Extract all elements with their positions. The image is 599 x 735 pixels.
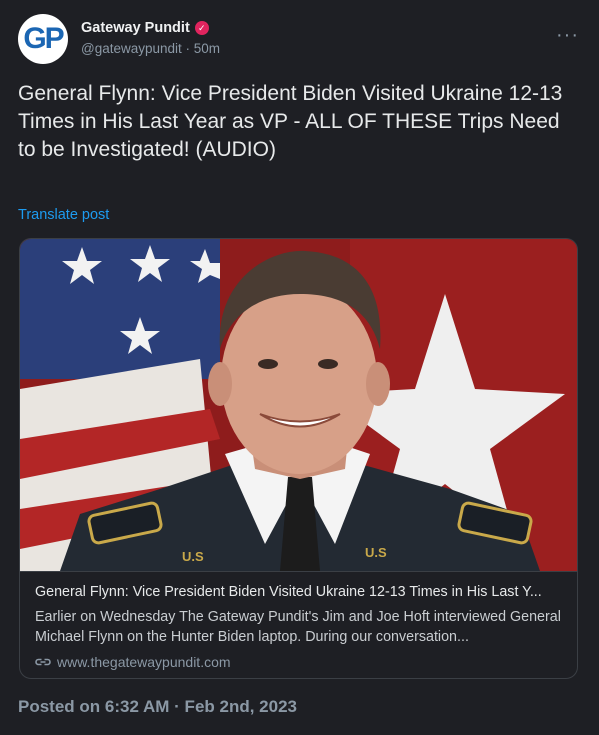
- avatar-logo-text: GP: [23, 22, 64, 55]
- author-handle-time[interactable]: @gatewaypundit · 50m: [81, 41, 220, 56]
- card-description: Earlier on Wednesday The Gateway Pundit'…: [35, 609, 561, 645]
- card-domain-row[interactable]: www.thegatewaypundit.com: [35, 654, 231, 670]
- post-container: GP Gateway Pundit ✓ @gatewaypundit · 50m…: [0, 0, 599, 735]
- translate-post-link[interactable]: Translate post: [18, 207, 109, 223]
- post-timestamp[interactable]: Posted on 6:32 AM · Feb 2nd, 2023: [18, 697, 297, 717]
- card-image[interactable]: U.S U.S: [20, 239, 577, 571]
- author-display-name[interactable]: Gateway Pundit: [81, 20, 190, 36]
- avatar[interactable]: GP: [18, 14, 68, 64]
- card-domain: www.thegatewaypundit.com: [57, 654, 231, 670]
- link-icon: [35, 658, 51, 666]
- svg-text:U.S: U.S: [182, 549, 204, 564]
- post-text: General Flynn: Vice President Biden Visi…: [18, 82, 563, 161]
- author-name-row: Gateway Pundit ✓: [81, 20, 209, 36]
- svg-text:U.S: U.S: [365, 545, 387, 560]
- portrait-photo-icon: U.S U.S: [20, 239, 577, 571]
- card-info[interactable]: General Flynn: Vice President Biden Visi…: [20, 571, 577, 678]
- verified-icon: ✓: [194, 21, 209, 35]
- post-header: GP Gateway Pundit ✓ @gatewaypundit · 50m…: [18, 14, 581, 64]
- more-options-button[interactable]: ···: [556, 24, 579, 47]
- link-preview-card[interactable]: U.S U.S General Flynn: Vice President Bi…: [19, 238, 578, 679]
- card-title[interactable]: General Flynn: Vice President Biden Visi…: [35, 584, 565, 600]
